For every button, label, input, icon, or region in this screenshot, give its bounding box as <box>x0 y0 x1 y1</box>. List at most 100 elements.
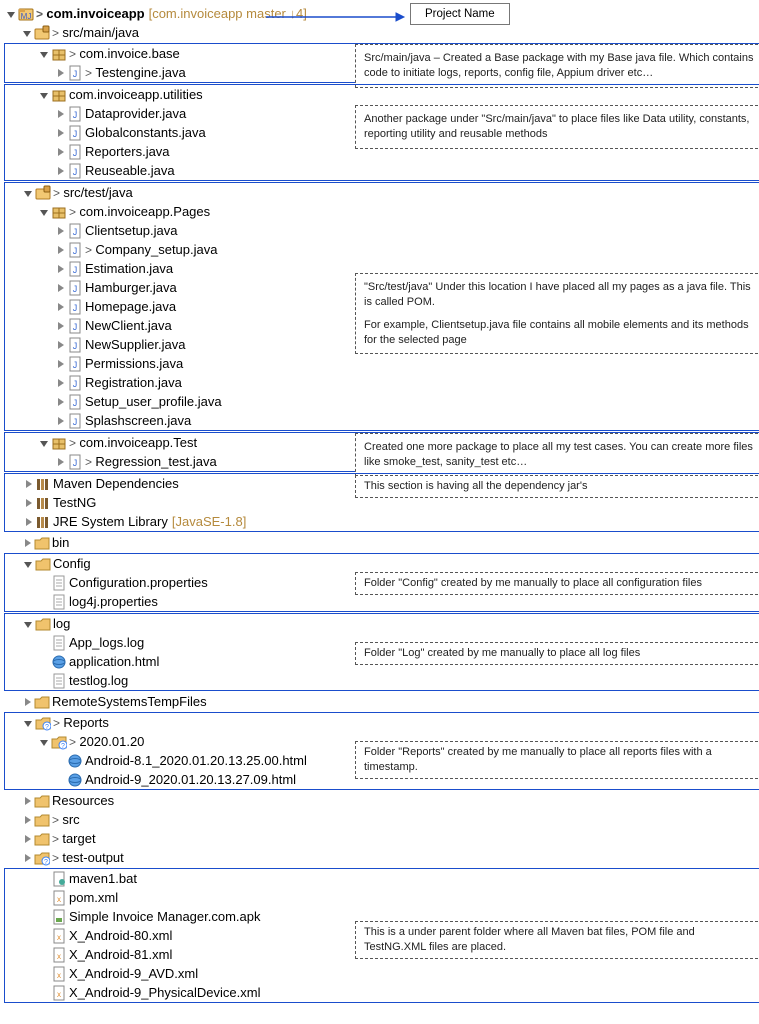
spacer <box>37 576 51 590</box>
spacer <box>37 910 51 924</box>
tree-item-src-test-java[interactable]: src/test/java <box>5 183 759 202</box>
expand-toggle[interactable] <box>53 107 67 121</box>
html-file-icon <box>67 772 83 788</box>
tree-item-file[interactable]: X_Android-9_AVD.xml <box>5 964 759 983</box>
expand-toggle[interactable] <box>21 496 35 510</box>
tree-item-file[interactable]: maven1.bat <box>5 869 759 888</box>
java-file-icon <box>67 299 83 315</box>
tree-item-java-file[interactable]: Registration.java <box>5 373 759 392</box>
tree-item-src-main-java[interactable]: src/main/java <box>4 23 759 42</box>
expand-toggle[interactable] <box>53 376 67 390</box>
expand-toggle[interactable] <box>53 164 67 178</box>
tree-item-file[interactable]: X_Android-9_PhysicalDevice.xml <box>5 983 759 1002</box>
tree-label: Company_setup.java <box>83 242 217 257</box>
tree-item-log-folder[interactable]: log <box>5 614 759 633</box>
expand-toggle[interactable] <box>53 126 67 140</box>
annotation-utilities-package: Another package under "Src/main/java" to… <box>355 105 759 149</box>
tree-label: log <box>51 616 70 631</box>
expand-toggle[interactable] <box>53 357 67 371</box>
tree-item-bin[interactable]: bin <box>4 533 759 552</box>
package-icon <box>51 87 67 103</box>
tree-item-java-file[interactable]: Company_setup.java <box>5 240 759 259</box>
tree-label: Resources <box>50 793 114 808</box>
tree-item-test-output[interactable]: test-output <box>4 848 759 867</box>
annotation-reports: Folder "Reports" created by me manually … <box>355 741 759 779</box>
properties-file-icon <box>51 594 67 610</box>
expand-toggle[interactable] <box>20 813 34 827</box>
tree-item-resources[interactable]: Resources <box>4 791 759 810</box>
tree-label: Configuration.properties <box>67 575 208 590</box>
tree-label: Permissions.java <box>83 356 183 371</box>
tree-label: testlog.log <box>67 673 128 688</box>
expand-toggle[interactable] <box>21 186 35 200</box>
expand-toggle[interactable] <box>37 735 51 749</box>
library-icon <box>35 495 51 511</box>
expand-toggle[interactable] <box>37 88 51 102</box>
tree-item-config-folder[interactable]: Config <box>5 554 759 573</box>
expand-toggle[interactable] <box>53 224 67 238</box>
tree-item-package-utilities[interactable]: com.invoiceapp.utilities <box>5 85 759 104</box>
expand-toggle[interactable] <box>53 262 67 276</box>
expand-toggle[interactable] <box>53 281 67 295</box>
tree-item-jre[interactable]: JRE System Library [JavaSE-1.8] <box>5 512 759 531</box>
expand-toggle[interactable] <box>20 536 34 550</box>
expand-toggle[interactable] <box>20 832 34 846</box>
expand-toggle[interactable] <box>53 319 67 333</box>
expand-toggle[interactable] <box>21 477 35 491</box>
jre-decoration: [JavaSE-1.8] <box>168 514 246 529</box>
tree-label: Estimation.java <box>83 261 173 276</box>
expand-toggle[interactable] <box>53 414 67 428</box>
java-file-icon <box>67 223 83 239</box>
folder-icon <box>34 694 50 710</box>
annotation-project-name: Project Name <box>410 3 510 25</box>
tree-item-java-file[interactable]: Splashscreen.java <box>5 411 759 430</box>
tree-item-src[interactable]: src <box>4 810 759 829</box>
folder-icon <box>34 812 50 828</box>
expand-toggle[interactable] <box>37 47 51 61</box>
tree-label: NewSupplier.java <box>83 337 185 352</box>
tree-label: Registration.java <box>83 375 182 390</box>
tree-label: Homepage.java <box>83 299 176 314</box>
tree-item-file[interactable]: testlog.log <box>5 671 759 690</box>
expand-toggle[interactable] <box>20 695 34 709</box>
expand-toggle[interactable] <box>53 145 67 159</box>
expand-toggle[interactable] <box>21 617 35 631</box>
annotation-log: Folder "Log" created by me manually to p… <box>355 642 759 665</box>
file-icon <box>51 985 67 1001</box>
expand-toggle[interactable] <box>37 436 51 450</box>
library-icon <box>35 476 51 492</box>
tree-item-java-file[interactable]: Clientsetup.java <box>5 221 759 240</box>
tree-item-target[interactable]: target <box>4 829 759 848</box>
highlight-box-root-files: maven1.bat pom.xml Simple Invoice Manage… <box>4 868 759 1003</box>
expand-toggle[interactable] <box>21 515 35 529</box>
tree-item-file[interactable]: pom.xml <box>5 888 759 907</box>
tree-label: Regression_test.java <box>83 454 217 469</box>
spacer <box>37 929 51 943</box>
expand-toggle[interactable] <box>21 716 35 730</box>
folder-icon <box>34 793 50 809</box>
tree-item-reports-folder[interactable]: Reports <box>5 713 759 732</box>
expand-toggle[interactable] <box>20 851 34 865</box>
expand-toggle[interactable] <box>20 794 34 808</box>
expand-toggle[interactable] <box>4 7 18 21</box>
expand-toggle[interactable] <box>53 395 67 409</box>
file-icon <box>51 890 67 906</box>
tree-item-java-file[interactable]: Permissions.java <box>5 354 759 373</box>
tree-item-java-file[interactable]: Reuseable.java <box>5 161 759 180</box>
java-file-icon <box>67 125 83 141</box>
spacer <box>37 891 51 905</box>
tree-item-java-file[interactable]: Setup_user_profile.java <box>5 392 759 411</box>
expand-toggle[interactable] <box>53 338 67 352</box>
expand-toggle[interactable] <box>21 557 35 571</box>
expand-toggle[interactable] <box>20 26 34 40</box>
tree-item-file[interactable]: log4j.properties <box>5 592 759 611</box>
expand-toggle[interactable] <box>37 205 51 219</box>
expand-toggle[interactable] <box>53 66 67 80</box>
expand-toggle[interactable] <box>53 300 67 314</box>
tree-item-remote-systems[interactable]: RemoteSystemsTempFiles <box>4 692 759 711</box>
tree-item-package-pages[interactable]: com.invoiceapp.Pages <box>5 202 759 221</box>
spacer <box>37 948 51 962</box>
tree-label: src <box>50 812 80 827</box>
expand-toggle[interactable] <box>53 455 67 469</box>
expand-toggle[interactable] <box>53 243 67 257</box>
